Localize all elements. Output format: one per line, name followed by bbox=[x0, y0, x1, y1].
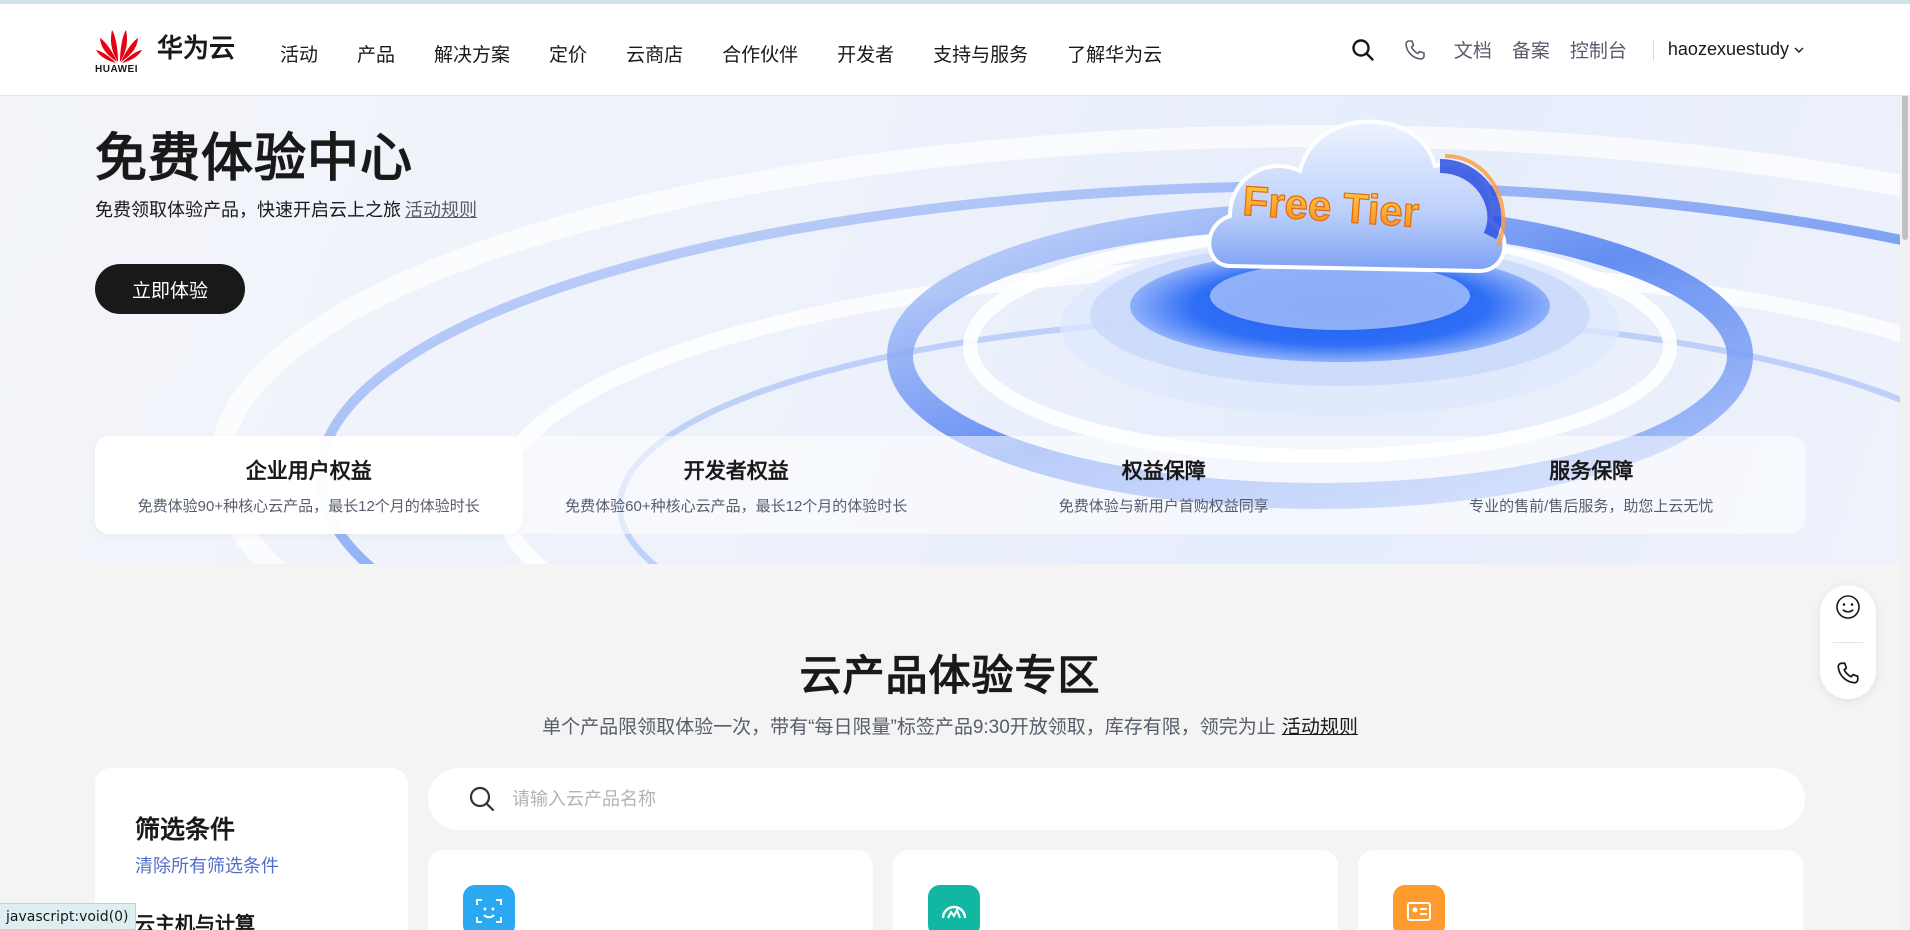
nav-right-tools: 文档 备案 控制台 haozexuestudy bbox=[1350, 36, 1805, 63]
section-subtitle: 单个产品限领取体验一次，带有“每日限量”标签产品9:30开放领取，库存有限，领完… bbox=[0, 712, 1900, 739]
phone-icon[interactable] bbox=[1402, 37, 1428, 63]
filter-panel: 筛选条件 清除所有筛选条件 云主机与计算 bbox=[95, 768, 408, 930]
benefit-desc: 免费体验90+种核心云产品，最长12个月的体验时长 bbox=[137, 497, 480, 515]
section-rules-link[interactable]: 活动规则 bbox=[1282, 717, 1358, 738]
filter-title: 筛选条件 bbox=[135, 816, 236, 844]
nav-item-solutions[interactable]: 解决方案 bbox=[434, 40, 510, 67]
huawei-logo-icon: HUAWEI bbox=[95, 24, 143, 75]
float-divider bbox=[1833, 641, 1863, 643]
nav-item-products[interactable]: 产品 bbox=[357, 40, 395, 67]
hero-rules-link[interactable]: 活动规则 bbox=[405, 200, 477, 220]
floating-contact-panel bbox=[1820, 585, 1876, 699]
hero-subtitle-text: 免费领取体验产品，快速开启云上之旅 bbox=[95, 200, 401, 220]
nav-item-support[interactable]: 支持与服务 bbox=[933, 40, 1028, 67]
benefit-desc: 免费体验60+种核心云产品，最长12个月的体验时长 bbox=[565, 497, 908, 515]
hero-subtitle: 免费领取体验产品，快速开启云上之旅 活动规则 bbox=[95, 196, 477, 222]
monitor-gauge-icon bbox=[928, 885, 980, 930]
benefit-desc: 专业的售前/售后服务，助您上云无忧 bbox=[1469, 497, 1714, 515]
nav-item-about[interactable]: 了解华为云 bbox=[1067, 40, 1162, 67]
hero-banner: Free Tier 免费体验中心 免费领取体验产品，快速开启云上之旅 活动规则 立… bbox=[0, 96, 1900, 564]
section-subtitle-text: 单个产品限领取体验一次，带有“每日限量”标签产品9:30开放领取，库存有限，领完… bbox=[542, 717, 1276, 738]
face-scan-icon bbox=[463, 885, 515, 930]
id-card-icon bbox=[1393, 885, 1445, 930]
clear-filters-link[interactable]: 清除所有筛选条件 bbox=[135, 852, 279, 878]
benefit-desc: 免费体验与新用户首购权益同享 bbox=[1058, 497, 1269, 515]
brand-logo[interactable]: HUAWEI 华为云 bbox=[95, 24, 236, 75]
benefits-bar: 企业用户权益 免费体验90+种核心云产品，最长12个月的体验时长 开发者权益 免… bbox=[95, 436, 1805, 534]
user-menu[interactable]: haozexuestudy bbox=[1668, 39, 1805, 60]
try-now-button[interactable]: 立即体验 bbox=[95, 264, 245, 314]
brand-en-text: HUAWEI bbox=[95, 64, 138, 75]
nav-link-docs[interactable]: 文档 bbox=[1454, 36, 1492, 63]
user-name: haozexuestudy bbox=[1667, 39, 1789, 59]
nav-link-icp[interactable]: 备案 bbox=[1512, 36, 1550, 63]
benefit-title: 权益保障 bbox=[1121, 459, 1206, 483]
nav-link-console[interactable]: 控制台 bbox=[1570, 36, 1627, 63]
brand-cn-text: 华为云 bbox=[157, 32, 236, 63]
product-card[interactable] bbox=[893, 850, 1338, 930]
product-search-box bbox=[428, 768, 1805, 830]
benefit-title: 企业用户权益 bbox=[245, 459, 372, 483]
browser-status-bar: javascript:void(0) bbox=[0, 903, 136, 930]
top-navbar: HUAWEI 华为云 活动 产品 解决方案 定价 云商店 合作伙伴 开发者 支持… bbox=[0, 0, 1910, 96]
benefit-developer[interactable]: 开发者权益 免费体验60+种核心云产品，最长12个月的体验时长 bbox=[523, 436, 951, 534]
phone-icon[interactable] bbox=[1835, 660, 1861, 691]
search-icon bbox=[469, 786, 495, 812]
search-icon[interactable] bbox=[1350, 37, 1376, 63]
nav-item-marketplace[interactable]: 云商店 bbox=[626, 40, 683, 67]
section-title: 云产品体验专区 bbox=[799, 652, 1101, 699]
page-scrollbar[interactable] bbox=[1900, 0, 1910, 930]
benefit-enterprise[interactable]: 企业用户权益 免费体验90+种核心云产品，最长12个月的体验时长 bbox=[95, 436, 523, 534]
benefit-title: 开发者权益 bbox=[683, 459, 789, 483]
hero-title: 免费体验中心 bbox=[95, 130, 414, 188]
nav-item-activity[interactable]: 活动 bbox=[280, 40, 318, 67]
smile-icon[interactable] bbox=[1835, 594, 1861, 625]
product-card[interactable] bbox=[1358, 850, 1803, 930]
chevron-down-icon bbox=[1794, 47, 1804, 53]
product-card-list bbox=[428, 850, 1805, 930]
nav-item-pricing[interactable]: 定价 bbox=[549, 40, 587, 67]
filter-group-heading: 云主机与计算 bbox=[135, 914, 255, 930]
product-search-input[interactable] bbox=[512, 788, 1412, 810]
main-nav: 活动 产品 解决方案 定价 云商店 合作伙伴 开发者 支持与服务 了解华为云 bbox=[280, 40, 1201, 67]
product-card[interactable] bbox=[428, 850, 873, 930]
benefit-guarantee[interactable]: 权益保障 免费体验与新用户首购权益同享 bbox=[950, 436, 1378, 534]
benefit-title: 服务保障 bbox=[1549, 459, 1634, 483]
nav-divider bbox=[1652, 38, 1654, 61]
benefit-service[interactable]: 服务保障 专业的售前/售后服务，助您上云无忧 bbox=[1378, 436, 1806, 534]
nav-item-partners[interactable]: 合作伙伴 bbox=[722, 40, 798, 67]
nav-item-developers[interactable]: 开发者 bbox=[837, 40, 894, 67]
